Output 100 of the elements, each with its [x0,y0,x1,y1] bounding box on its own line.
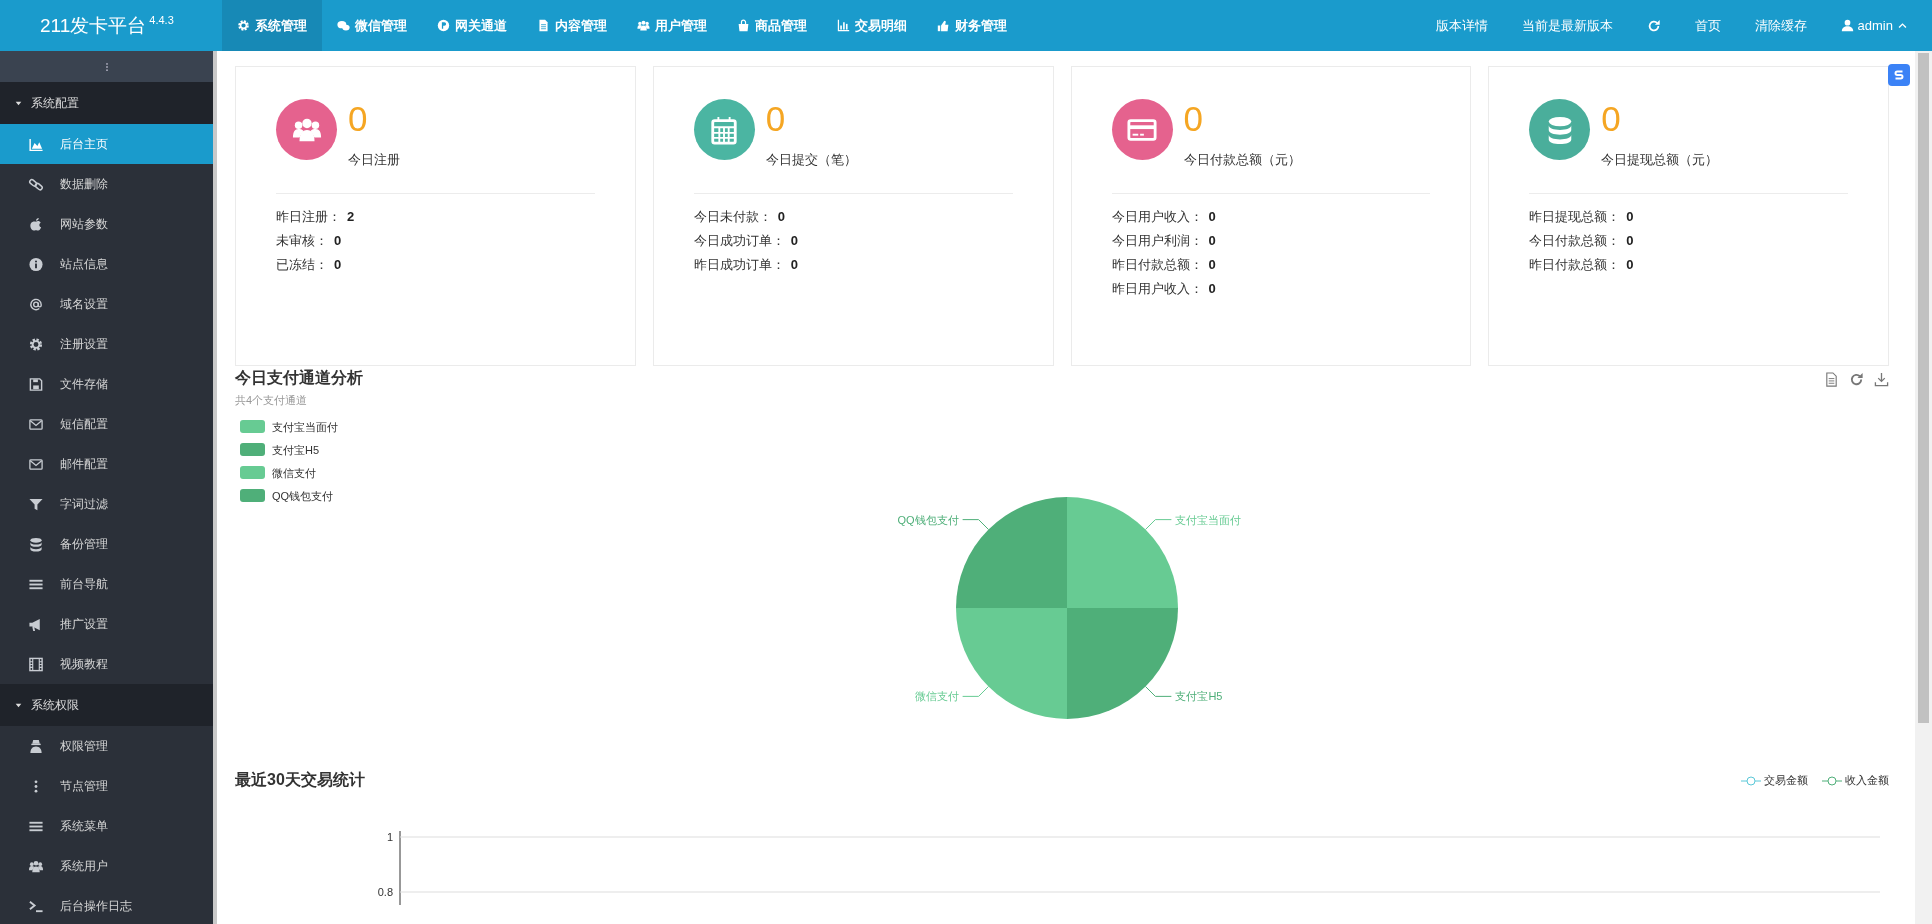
restore-button[interactable] [1849,372,1864,387]
detail-value: 0 [334,232,342,250]
sidebar-item[interactable]: 权限管理 [0,726,213,766]
legend-marker-icon[interactable] [1822,775,1842,786]
nav-tab[interactable]: 系统管理 [222,0,322,51]
sidebar-item[interactable]: 邮件配置 [0,444,213,484]
users-icon [28,858,44,874]
chat-bubbles-icon [337,19,350,32]
chart-subtitle: 共4个支付通道 [235,393,309,408]
sidebar-item[interactable]: 域名设置 [0,284,213,324]
sidebar-item[interactable]: 文件存储 [0,364,213,404]
menu-group-header[interactable]: 系统权限 [0,684,213,726]
download-button[interactable] [1874,372,1889,387]
users-icon [637,19,650,32]
menu-group-header[interactable]: 系统配置 [0,82,213,124]
refresh-button[interactable] [1646,18,1661,33]
legend-label[interactable]: 微信支付 [272,467,316,479]
legend-swatch[interactable] [240,420,265,433]
legend-label[interactable]: 支付宝当面付 [272,421,338,433]
detail-value: 0 [790,256,798,274]
terminal-icon [28,898,44,914]
sidebar-item[interactable]: 网站参数 [0,204,213,244]
sidebar-item[interactable]: 前台导航 [0,564,213,604]
sidebar-item[interactable]: 站点信息 [0,244,213,284]
detail-label: 昨日用户收入： [1111,280,1203,298]
gear-icon [237,19,250,32]
sidebar-item[interactable]: 备份管理 [0,524,213,564]
legend-swatch[interactable] [240,443,265,456]
sidebar-item[interactable]: 注册设置 [0,324,213,364]
detail-value: 0 [1208,208,1216,226]
detail-value: 0 [1626,208,1634,226]
axis-tick-label: 0.8 [377,886,393,898]
pie-label: 微信支付 [914,690,959,703]
legend-label[interactable]: 交易金额 [1764,773,1808,788]
data-view-button[interactable] [1824,372,1839,387]
detail-label: 昨日注册： [276,208,341,226]
database-icon [28,536,44,552]
leader-line [962,686,989,697]
legend-swatch[interactable] [240,489,265,502]
detail-label: 昨日付款总额： [1529,256,1621,274]
detail-value: 0 [334,256,342,274]
scrollbar-thumb[interactable] [1918,53,1929,723]
sidebar-item[interactable]: 字词过滤 [0,484,213,524]
gear-icon [28,336,44,352]
detail-label: 昨日提现总额： [1529,208,1621,226]
link-icon [28,176,44,192]
legend-label[interactable]: QQ钱包支付 [272,490,334,502]
sidebar-item[interactable]: 数据删除 [0,164,213,204]
legend-marker-icon[interactable] [1741,775,1761,786]
stat-value: 0 [1183,99,1204,139]
leader-line [962,519,989,530]
envelope-icon [28,416,44,432]
pie-label: QQ钱包支付 [897,513,959,526]
sidebar-item[interactable]: 后台操作日志 [0,886,213,924]
extension-button[interactable] [1888,64,1910,86]
sidebar-item[interactable]: 系统用户 [0,846,213,886]
legend-label[interactable]: 收入金额 [1845,773,1889,788]
stat-value: 0 [348,99,369,139]
area-chart-icon [28,136,44,152]
detail-value: 0 [1626,232,1634,250]
detail-value: 0 [777,208,785,226]
apple-icon [28,216,44,232]
document-icon [1824,372,1839,387]
sidebar-item[interactable]: 视频教程 [0,644,213,684]
sidebar-item[interactable]: 短信配置 [0,404,213,444]
envelope-icon [28,456,44,472]
legend-label[interactable]: 支付宝H5 [272,444,320,456]
p-circle-icon [437,19,450,32]
refresh-icon [1646,18,1661,33]
detail-label: 昨日付款总额： [1111,256,1203,274]
user-icon [1840,19,1854,32]
download-icon [1874,372,1889,387]
chart-title: 今日支付通道分析 [235,368,363,388]
axis-tick-label: 1 [386,831,393,843]
scrollbar[interactable] [1915,51,1932,924]
detail-label: 未审核： [276,232,328,250]
sidebar-item[interactable]: 系统菜单 [0,806,213,846]
at-sign-icon [28,296,44,312]
sidebar-item[interactable]: 推广设置 [0,604,213,644]
detail-label: 今日用户收入： [1111,208,1203,226]
detail-label: 昨日成功订单： [693,256,785,274]
detail-label: 今日付款总额： [1529,232,1621,250]
filter-icon [28,496,44,512]
detail-value: 0 [1208,232,1216,250]
stat-value: 0 [1601,99,1622,139]
film-icon [28,656,44,672]
chevron-up-icon [1897,20,1908,31]
bar-chart-icon [837,19,850,32]
detail-label: 今日成功订单： [693,232,785,250]
incognito-icon [28,738,44,754]
detail-value: 0 [1626,256,1634,274]
info-icon [28,256,44,272]
shopping-bag-icon [737,19,750,32]
legend-swatch[interactable] [240,466,265,479]
pie-label: 支付宝H5 [1175,690,1223,703]
document-icon [537,19,550,32]
stat-label: 今日注册 [348,151,400,169]
sidebar-toggle[interactable] [0,51,213,82]
sidebar-item[interactable]: 节点管理 [0,766,213,806]
detail-value: 0 [1208,256,1216,274]
